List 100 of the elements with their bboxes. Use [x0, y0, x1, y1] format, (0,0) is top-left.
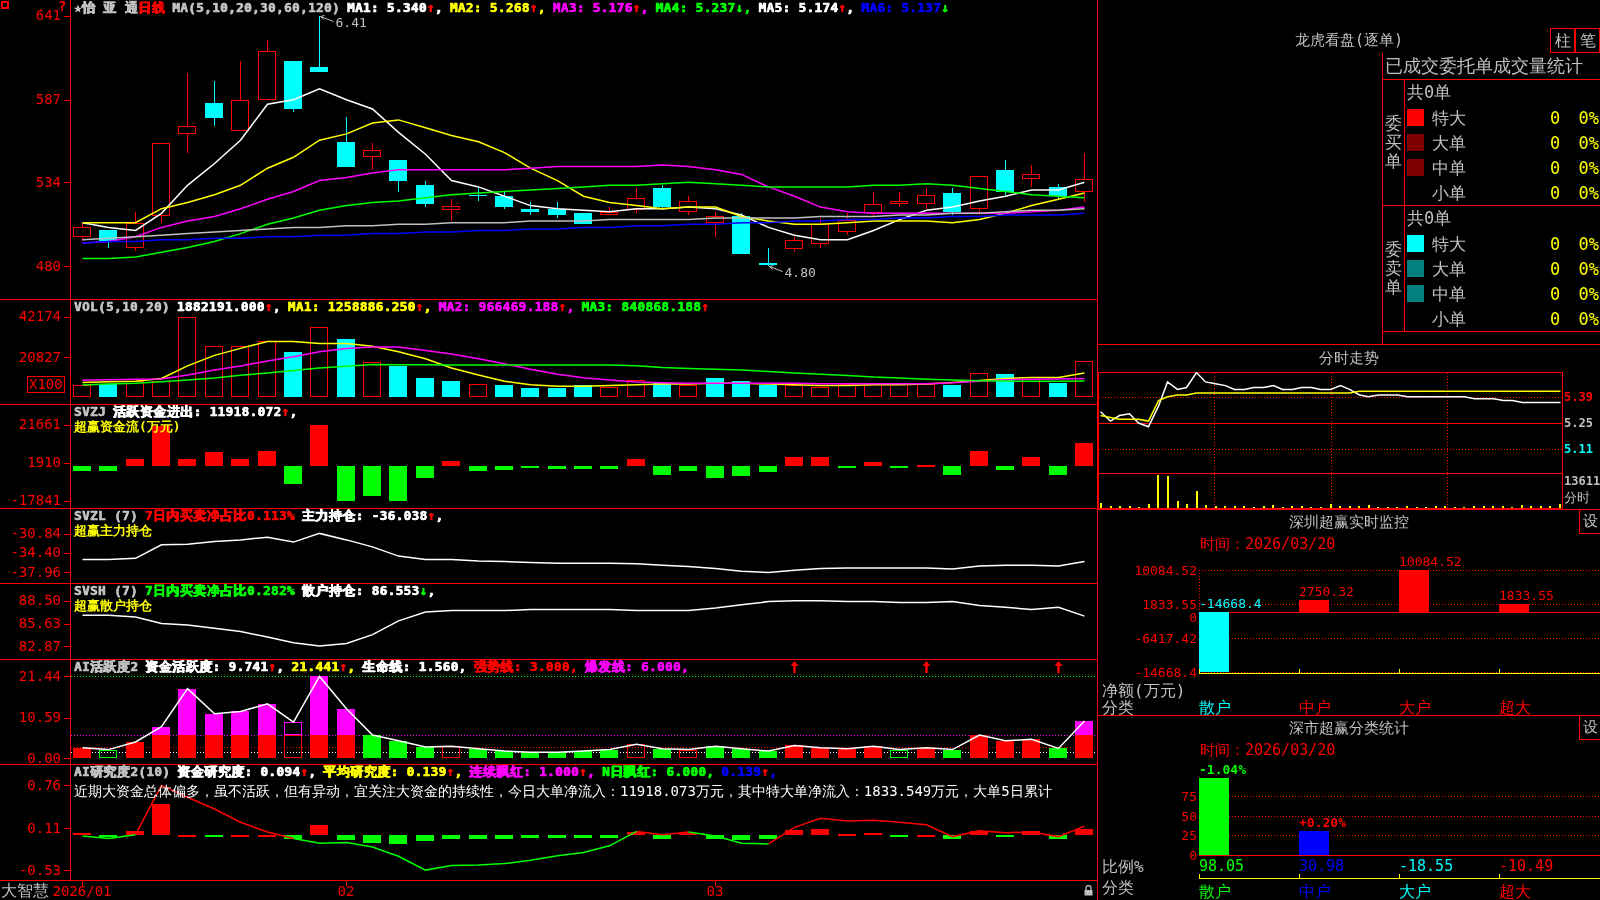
group-label: 委卖单	[1385, 240, 1402, 297]
legend-text: ,	[640, 0, 649, 15]
axis-label: 21.44	[18, 668, 61, 684]
order-count: 0	[1549, 233, 1561, 254]
category-label: 大户	[1399, 697, 1431, 715]
legend-text: MA4: 5.237	[655, 0, 736, 15]
category-label: 散户	[1199, 697, 1231, 715]
legend-text: ↓	[941, 0, 950, 15]
axis-label: 0.76	[27, 777, 61, 793]
category-label: 散户	[1199, 881, 1231, 900]
legend-text: 1882191.000	[176, 299, 265, 314]
lock-icon[interactable]	[1084, 885, 1093, 896]
axis-title: 分类	[1102, 877, 1134, 897]
legend-text: ,	[347, 659, 356, 674]
view-toggle-button[interactable]: 柱	[1550, 28, 1575, 53]
legend-text: AI研究度2(10)	[74, 764, 171, 779]
order-share: 0%	[1578, 233, 1599, 254]
view-toggle-button[interactable]: 笔	[1575, 28, 1600, 53]
order-size-label: 中单	[1432, 157, 1466, 178]
legend-text: 主力持仓: -36.038	[301, 508, 428, 523]
group-label: 委买单	[1385, 114, 1402, 171]
legend-text: ,	[846, 0, 855, 15]
change-label: +0.20%	[1299, 815, 1346, 830]
legend-text: N日飘红: 6.000,	[602, 764, 715, 779]
legend-text: MA3: 840868.188	[581, 299, 702, 314]
order-size-label: 特大	[1432, 107, 1466, 128]
change-label: -1.04%	[1199, 762, 1246, 777]
legend-text: 21.441	[291, 659, 340, 674]
legend-text: ↑	[339, 659, 348, 674]
axis-label: -30.84	[10, 526, 61, 542]
time-label: 时间：2026/03/20	[1200, 535, 1336, 553]
axis-title: 分类	[1102, 697, 1134, 715]
legend-text: 资金活跃度: 9.741	[145, 659, 269, 674]
order-count: 0	[1549, 107, 1561, 128]
legend-text: ↑	[264, 299, 273, 314]
axis-label: -14668.4	[1134, 665, 1197, 680]
legend-text: 连续飘红: 1.000	[469, 764, 580, 779]
legend-text: AI活跃度2	[74, 659, 139, 674]
legend-text: ↓	[419, 583, 428, 598]
axis-label: 641	[35, 8, 61, 24]
axis-label: 20827	[18, 349, 61, 365]
category-label: 大户	[1399, 881, 1431, 900]
axis-label: 1910	[27, 455, 61, 471]
legend-text: ↑	[632, 0, 641, 15]
legend-text: 7日内买卖净占比0.282%	[144, 583, 295, 598]
order-share: 0%	[1578, 258, 1599, 279]
axis-label: -0.53	[18, 862, 61, 878]
axis-label: 5.25	[1564, 416, 1593, 430]
legend-text: ↑	[558, 299, 567, 314]
legend-text: MA2: 5.268	[449, 0, 530, 15]
category-label: 中户	[1299, 881, 1331, 900]
legend-text: MA(5,10,20,30,60,120)	[172, 0, 340, 15]
volume-scale-label: 13611	[1564, 474, 1600, 488]
legend-text: ,	[434, 0, 443, 15]
order-size-label: 中单	[1432, 283, 1466, 304]
order-total: 共0单	[1407, 208, 1452, 228]
legend-text: 活跃资金进出: 11918.072	[112, 404, 282, 419]
order-share: 0%	[1578, 308, 1599, 329]
order-size-label: 大单	[1432, 258, 1466, 279]
legend-text: MA3: 5.176	[552, 0, 633, 15]
indicator-title: 超赢散户持仓	[74, 598, 152, 613]
axis-label: 82.87	[18, 638, 61, 654]
legend-text: 强势线: 3.000,	[473, 659, 578, 674]
panel-title: 分时走势	[1319, 349, 1379, 367]
legend-text: MA1: 1258886.250	[287, 299, 416, 314]
legend-text: ,	[769, 764, 778, 779]
legend-text: ★怡 亚 通	[74, 0, 139, 15]
axis-title: X100	[27, 376, 65, 393]
legend-text: ,	[435, 508, 444, 523]
legend-text: ,	[276, 659, 285, 674]
settings-button[interactable]: 设	[1579, 510, 1600, 534]
legend-text: ↑	[300, 764, 309, 779]
axis-label: 88.50	[18, 593, 61, 609]
order-count: 0	[1549, 308, 1561, 329]
legend-text: ,	[272, 299, 281, 314]
legend-text: 散户持仓: 86.553	[301, 583, 420, 598]
axis-label: 10.59	[18, 710, 61, 726]
panel-title: 深市超赢分类统计	[1287, 718, 1410, 739]
indicator-title: 超赢主力持仓	[74, 523, 152, 538]
brand-label: 大智慧	[1, 881, 49, 900]
settings-button[interactable]: 设	[1579, 716, 1600, 740]
category-label: 中户	[1299, 697, 1331, 715]
legend-text: ↑	[579, 764, 588, 779]
legend-text: ↑	[415, 299, 424, 314]
axis-label: 42174	[18, 309, 61, 325]
legend-text: ↓	[735, 0, 744, 15]
legend-text: ↑	[838, 0, 847, 15]
axis-label: 0.11	[27, 820, 61, 836]
legend-text: MA1: 5.340	[346, 0, 427, 15]
order-count: 0	[1549, 132, 1561, 153]
help-mark[interactable]: ?	[58, 0, 67, 13]
legend-text: ,	[566, 299, 575, 314]
legend-text: ↑	[268, 659, 277, 674]
leader-line	[320, 15, 334, 22]
category-label: 超大	[1499, 697, 1531, 715]
axis-label: 75	[1181, 789, 1197, 804]
square-icon[interactable]	[1, 1, 9, 9]
axis-label: 10084.52	[1134, 563, 1197, 578]
axis-label: 0	[1189, 848, 1197, 863]
order-size-label: 小单	[1432, 182, 1466, 203]
